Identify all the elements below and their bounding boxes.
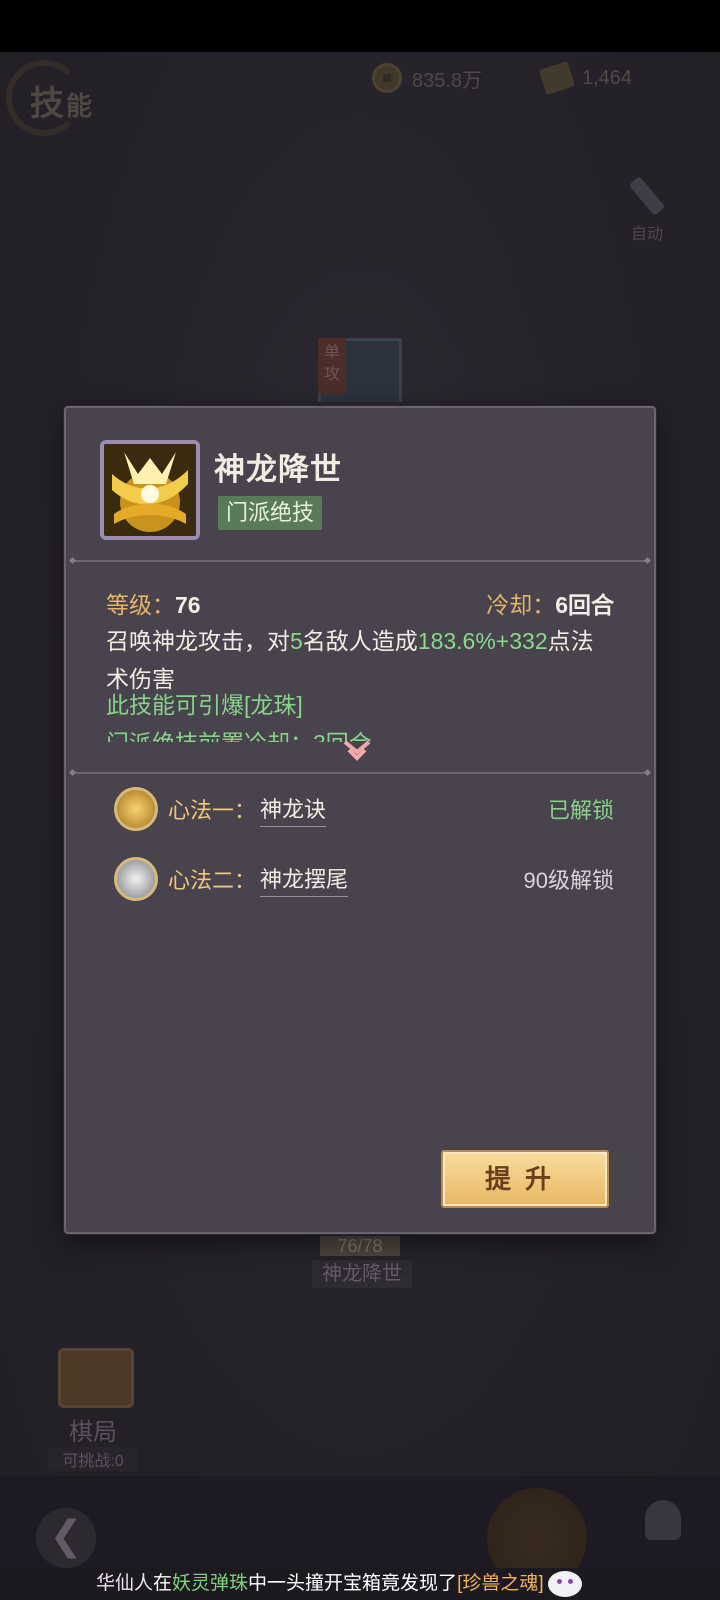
- xinfa-1-label: 心法一：: [168, 798, 257, 823]
- skill-name: 神龙降世: [214, 452, 342, 487]
- upgrade-button[interactable]: 提升: [441, 1150, 609, 1208]
- ticker-item: [珍兽之魂]: [457, 1573, 544, 1594]
- xinfa-1-status: 已解锁: [547, 798, 614, 823]
- xinfa-row-1[interactable]: 心法一： 神龙诀 已解锁: [114, 786, 614, 832]
- level-label: 等级：: [106, 592, 175, 618]
- xinfa-2-label: 心法二：: [168, 868, 257, 893]
- skill-level: 等级：76: [106, 586, 201, 620]
- level-value: 76: [175, 592, 201, 618]
- expand-chevron-icon[interactable]: [342, 738, 372, 762]
- ticker-word-2: 中一头撞开宝箱竟发现了: [248, 1573, 458, 1594]
- silver-dragon-icon: [114, 857, 158, 901]
- cooldown-value: 6回合: [555, 592, 614, 618]
- divider-top: [72, 560, 648, 562]
- skill-cooldown: 冷却：6回合: [486, 586, 614, 620]
- skill-note-precooldown: 门派绝技前置冷却：3回合: [106, 724, 372, 742]
- xinfa-2-name[interactable]: 神龙摆尾: [260, 862, 349, 897]
- skill-detail-dialog: 神龙降世 门派绝技 等级：76 冷却：6回合 召唤神龙攻击，对5名敌人造成183…: [64, 406, 656, 1234]
- desc-damage: 183.6%+332: [417, 628, 548, 654]
- cooldown-label: 冷却：: [486, 592, 556, 618]
- news-ticker[interactable]: 华仙人在妖灵弹珠中一头撞开宝箱竟发现了[珍兽之魂]: [0, 1568, 720, 1600]
- desc-part2: 名敌人造成: [302, 628, 418, 654]
- skill-category-badge: 门派绝技: [218, 496, 323, 530]
- skill-note-detonate: 此技能可引爆[龙珠]: [106, 692, 303, 718]
- ticker-place: 妖灵弹珠: [172, 1573, 249, 1594]
- desc-targets: 5: [290, 628, 303, 654]
- mascot-icon: [547, 1570, 582, 1597]
- dragon-skill-icon: [100, 440, 200, 540]
- xinfa-2-status: 90级解锁: [523, 868, 614, 893]
- xinfa-row-2[interactable]: 心法二： 神龙摆尾 90级解锁: [114, 856, 614, 902]
- golden-dragon-icon: [114, 787, 158, 831]
- ticker-word-1: 在: [153, 1573, 173, 1594]
- xinfa-1-name[interactable]: 神龙诀: [260, 792, 327, 827]
- ticker-player: 华仙人: [96, 1573, 154, 1594]
- status-bar: [0, 0, 720, 52]
- divider-middle: [72, 772, 648, 774]
- desc-part1: 召唤神龙攻击，对: [106, 628, 290, 654]
